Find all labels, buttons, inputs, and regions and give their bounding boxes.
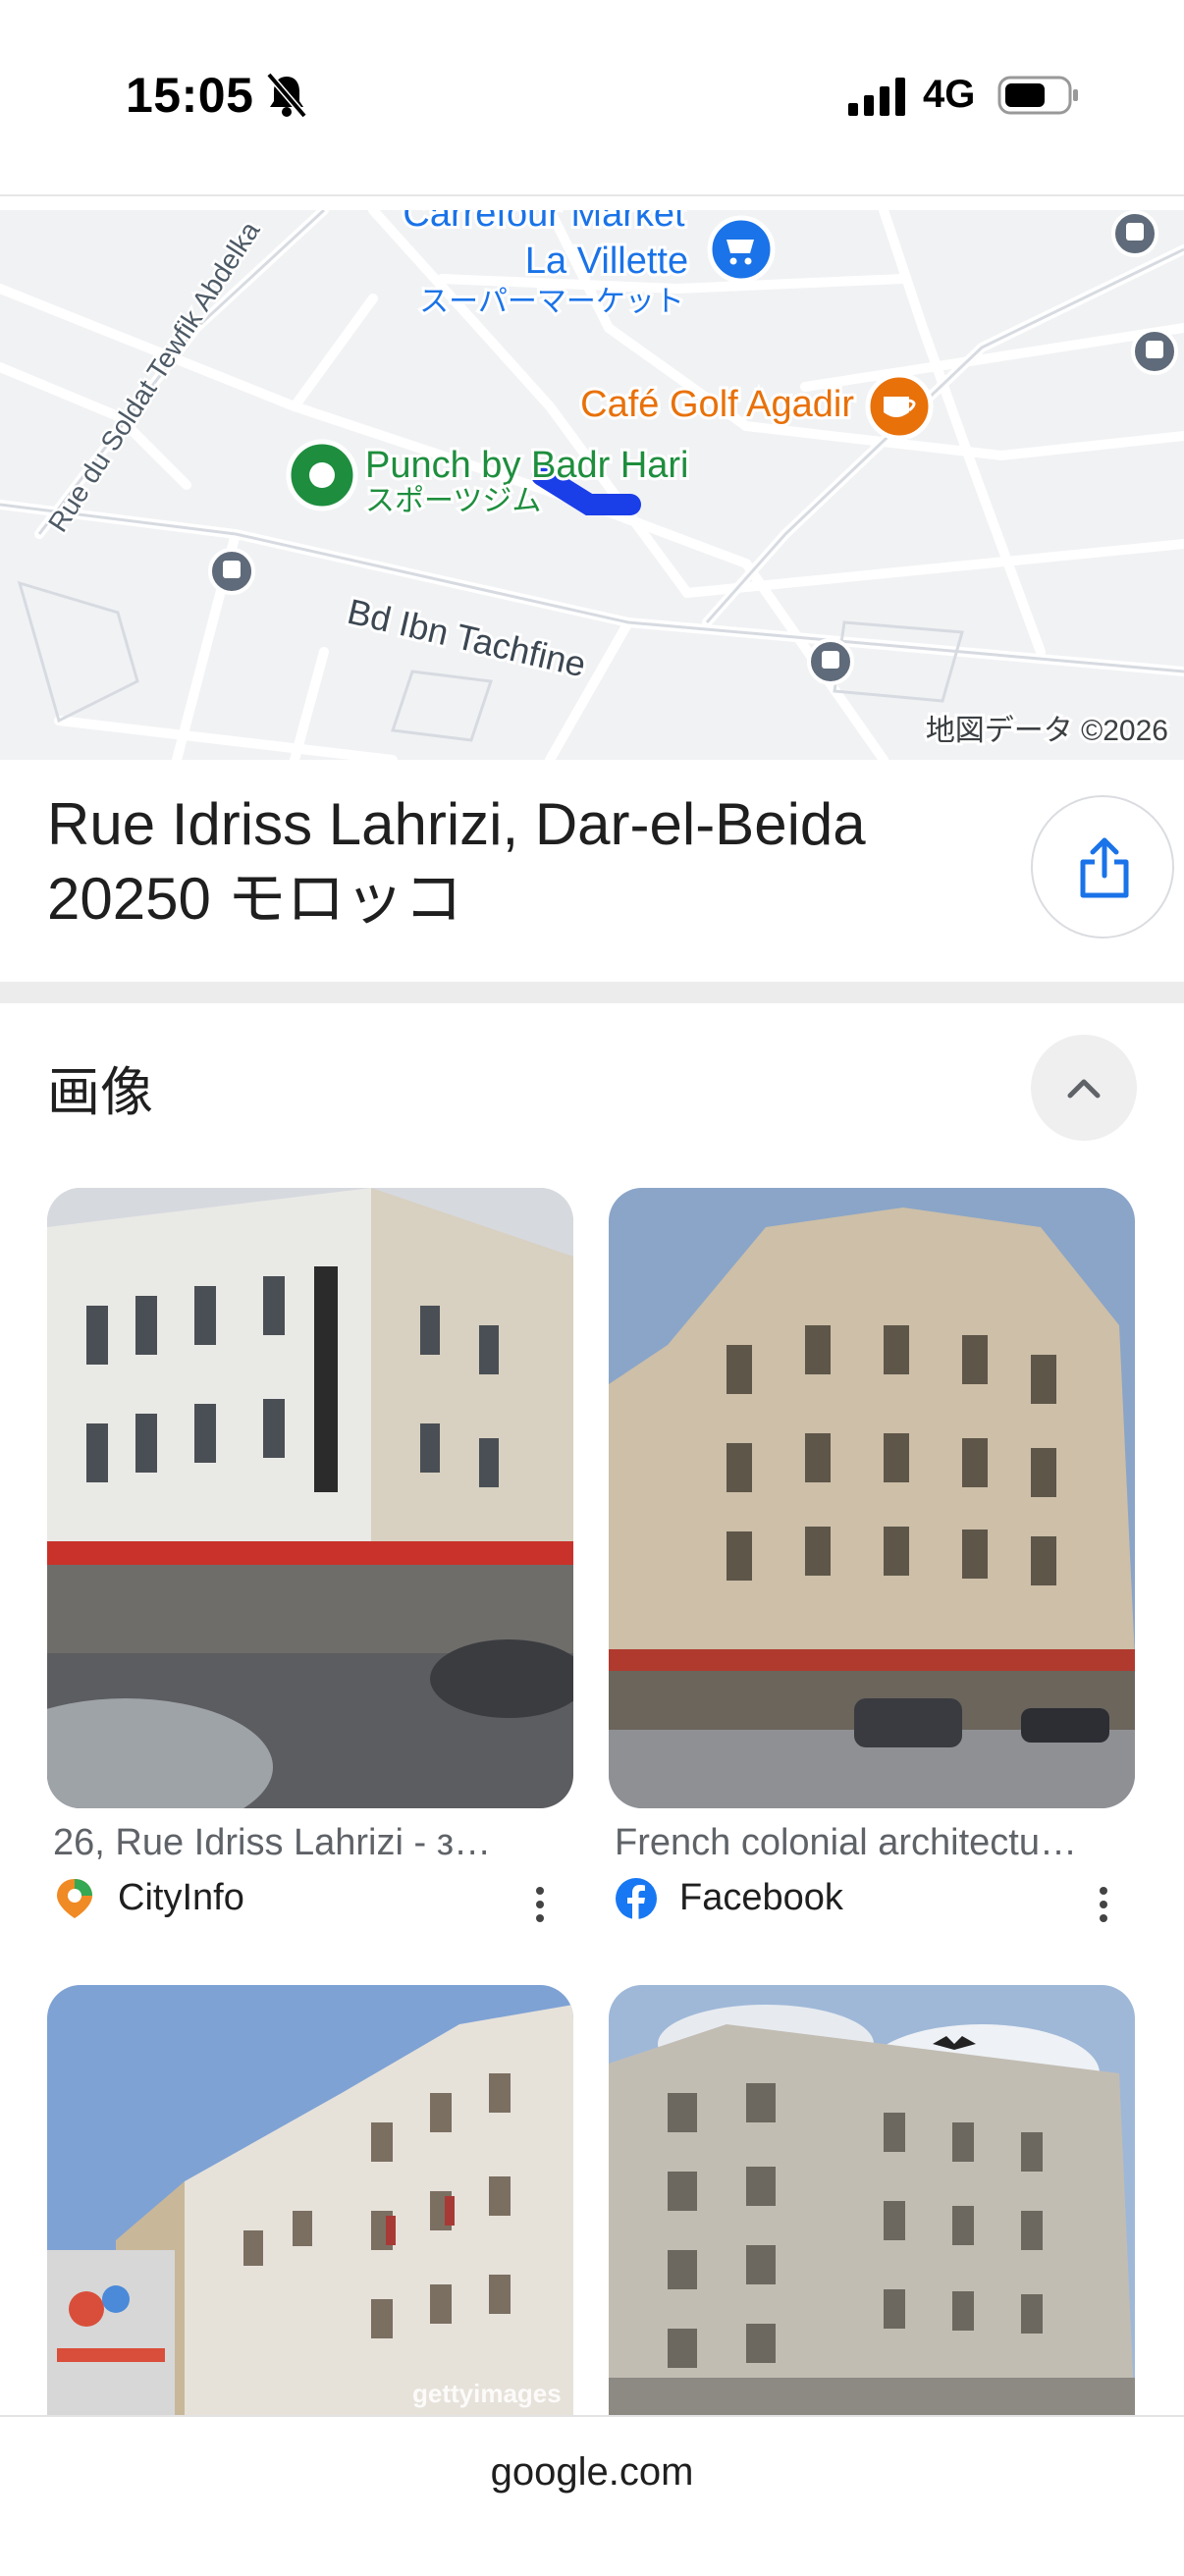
battery-icon (997, 76, 1078, 115)
place-address: Rue Idriss Lahrizi, Dar-el-Beida 20250 モ… (47, 787, 990, 937)
image-thumbnail-2[interactable] (609, 1188, 1135, 1808)
image-thumbnail-4[interactable] (609, 1985, 1135, 2417)
map-label-gym-category: スポーツジム (365, 485, 541, 517)
cellular-signal-icon (848, 78, 905, 116)
image-source-1[interactable]: CityInfo (118, 1877, 244, 1919)
image-source-2[interactable]: Facebook (679, 1877, 843, 1919)
network-type: 4G (923, 73, 976, 116)
map-label-carrefour: Carrefour Market (403, 210, 685, 235)
section-divider (0, 982, 1184, 1003)
carrefour-poi-icon[interactable] (707, 215, 776, 284)
map-label-cafe: Café Golf Agadir (580, 384, 854, 425)
gettyimages-watermark: gettyimages (412, 2379, 562, 2408)
header-divider (0, 194, 1184, 196)
share-icon (1080, 837, 1129, 898)
bell-slash-icon (266, 72, 307, 119)
cityinfo-pin-icon (57, 1879, 92, 1918)
collapse-button[interactable] (1031, 1035, 1137, 1141)
address-line-2: 20250 モロッコ (47, 866, 463, 932)
image-thumbnail-3[interactable]: gettyimages (47, 1985, 573, 2417)
map-view[interactable]: Carrefour Market La Villette スーパーマーケット C… (0, 210, 1184, 760)
more-vert-icon[interactable] (1094, 1883, 1113, 1926)
facebook-icon (616, 1878, 657, 1920)
chevron-up-icon (1067, 1079, 1101, 1099)
status-time: 15:05 (126, 68, 254, 123)
more-vert-icon[interactable] (530, 1883, 550, 1926)
image-thumbnail-1[interactable] (47, 1188, 573, 1808)
map-label-carrefour-2: La Villette (525, 241, 688, 282)
image-caption-2[interactable]: French colonial architectu… (615, 1822, 1125, 1864)
image-caption-1[interactable]: 26, Rue Idriss Lahrizi - з… (53, 1822, 564, 1864)
url-text[interactable]: google.com (0, 2450, 1184, 2495)
map-label-carrefour-category: スーパーマーケット (419, 286, 684, 318)
map-label-gym: Punch by Badr Hari (365, 445, 689, 486)
cafe-poi-icon[interactable] (865, 372, 934, 441)
share-button[interactable] (1031, 795, 1174, 939)
map-copyright: 地図データ ©2026 (926, 715, 1168, 747)
browser-url-bar[interactable] (0, 2415, 1184, 2576)
gym-poi-icon[interactable] (286, 439, 358, 511)
images-section-heading: 画像 (47, 1063, 153, 1122)
address-line-1: Rue Idriss Lahrizi, Dar-el-Beida (47, 791, 866, 857)
